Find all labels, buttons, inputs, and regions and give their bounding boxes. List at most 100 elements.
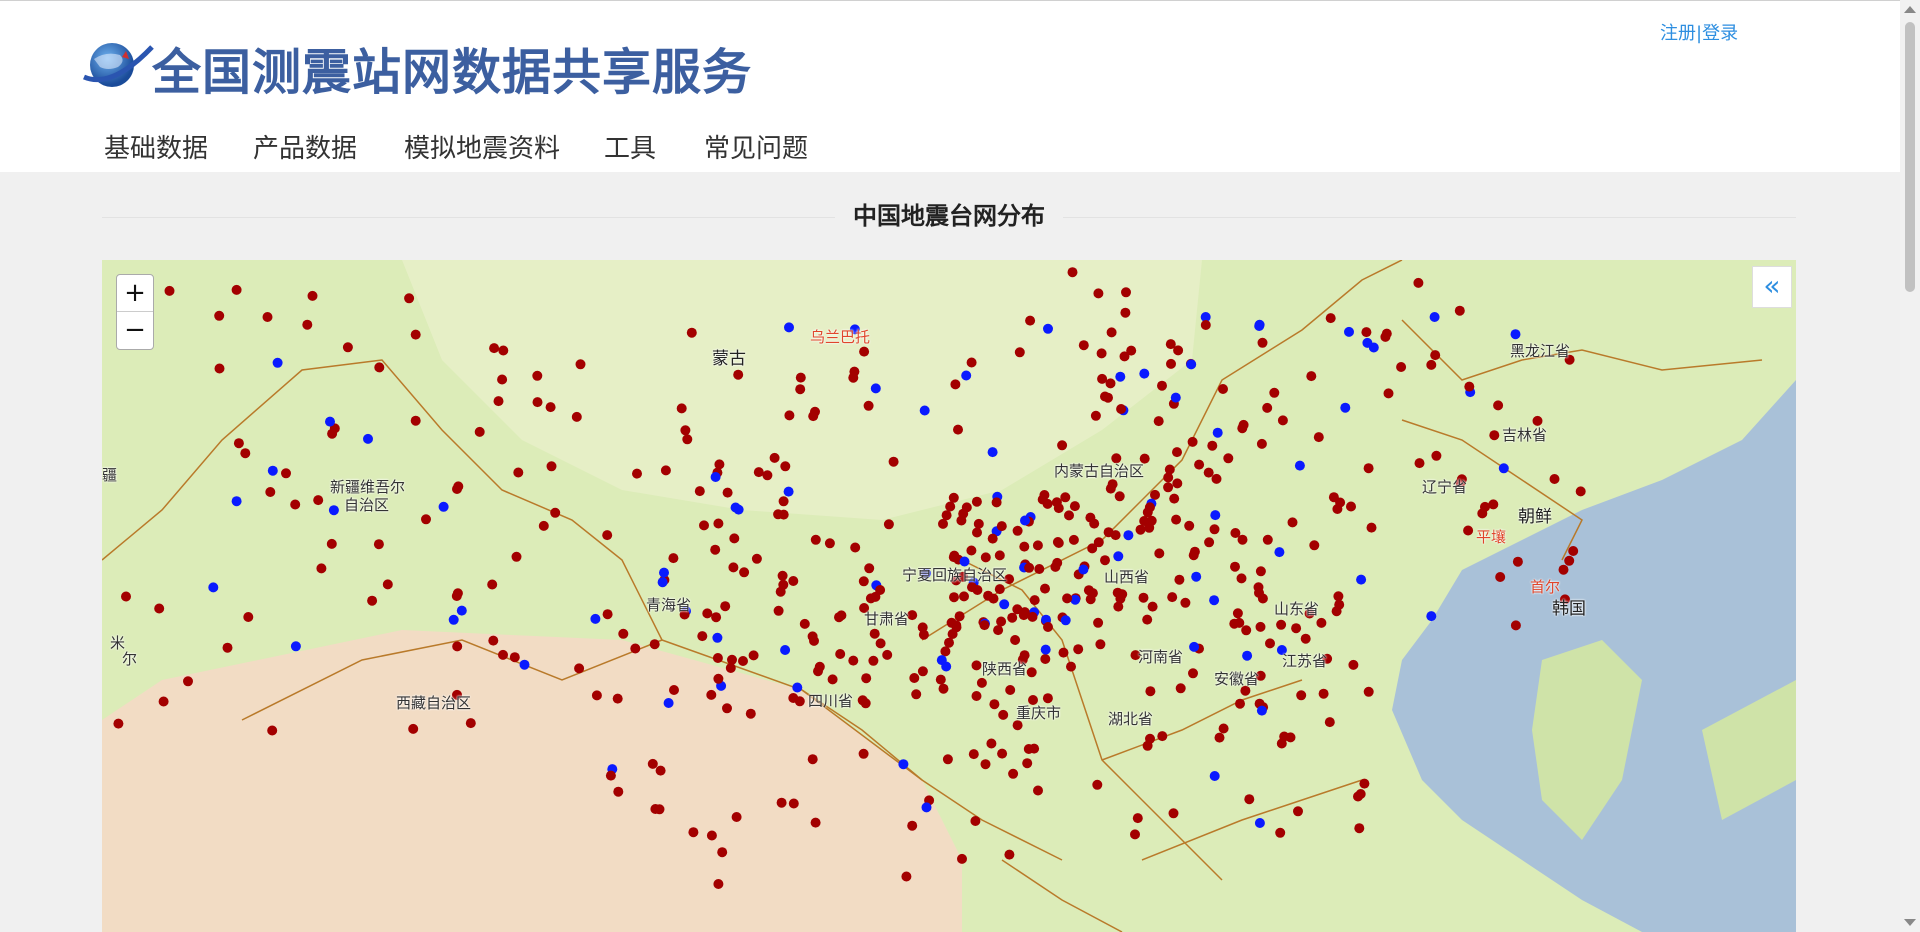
- station-marker[interactable]: [970, 816, 981, 826]
- station-marker[interactable]: [240, 448, 251, 459]
- station-marker[interactable]: [1229, 618, 1240, 629]
- station-marker[interactable]: [1068, 534, 1079, 545]
- station-marker[interactable]: [488, 635, 499, 646]
- station-marker[interactable]: [722, 487, 733, 498]
- station-marker[interactable]: [935, 674, 946, 685]
- station-marker[interactable]: [948, 492, 959, 503]
- station-marker[interactable]: [1429, 312, 1440, 322]
- station-marker[interactable]: [1172, 478, 1183, 489]
- station-marker[interactable]: [1060, 615, 1071, 626]
- station-marker[interactable]: [1113, 601, 1124, 612]
- station-marker[interactable]: [456, 605, 467, 616]
- station-marker[interactable]: [367, 595, 378, 606]
- station-marker[interactable]: [898, 759, 909, 770]
- station-marker[interactable]: [848, 372, 859, 383]
- station-marker[interactable]: [649, 639, 660, 650]
- station-marker[interactable]: [1043, 622, 1053, 632]
- station-marker[interactable]: [1145, 686, 1156, 697]
- station-marker[interactable]: [909, 673, 920, 683]
- station-marker[interactable]: [545, 402, 556, 413]
- station-marker[interactable]: [948, 552, 959, 563]
- station-marker[interactable]: [1355, 789, 1366, 799]
- station-marker[interactable]: [1294, 460, 1305, 471]
- station-marker[interactable]: [824, 538, 835, 549]
- station-marker[interactable]: [979, 620, 990, 631]
- station-marker[interactable]: [836, 610, 847, 621]
- station-marker[interactable]: [810, 817, 821, 828]
- station-marker[interactable]: [938, 683, 949, 694]
- station-marker[interactable]: [1488, 499, 1499, 510]
- station-marker[interactable]: [1211, 473, 1222, 484]
- station-marker[interactable]: [1103, 392, 1113, 403]
- station-marker[interactable]: [949, 592, 959, 603]
- station-marker[interactable]: [538, 520, 549, 531]
- station-marker[interactable]: [945, 501, 956, 512]
- station-marker[interactable]: [575, 359, 586, 370]
- station-marker[interactable]: [991, 497, 1002, 508]
- station-marker[interactable]: [363, 433, 373, 444]
- station-marker[interactable]: [1139, 368, 1150, 379]
- station-marker[interactable]: [281, 468, 291, 479]
- station-marker[interactable]: [1413, 277, 1424, 288]
- station-marker[interactable]: [682, 434, 693, 445]
- station-marker[interactable]: [1093, 537, 1104, 548]
- page-scrollbar[interactable]: [1900, 0, 1920, 932]
- station-marker[interactable]: [1383, 388, 1394, 399]
- station-marker[interactable]: [1089, 518, 1100, 529]
- station-marker[interactable]: [810, 534, 821, 545]
- station-marker[interactable]: [870, 591, 881, 602]
- station-marker[interactable]: [452, 484, 462, 494]
- station-marker[interactable]: [1313, 432, 1324, 443]
- station-marker[interactable]: [1105, 483, 1116, 494]
- station-marker[interactable]: [1012, 525, 1023, 536]
- station-marker[interactable]: [728, 562, 739, 573]
- station-marker[interactable]: [711, 612, 722, 623]
- station-marker[interactable]: [1489, 430, 1500, 441]
- station-marker[interactable]: [699, 520, 709, 531]
- scrollbar-thumb[interactable]: [1905, 22, 1915, 292]
- station-marker[interactable]: [1230, 561, 1240, 572]
- station-marker[interactable]: [452, 641, 463, 652]
- station-marker[interactable]: [1112, 587, 1123, 598]
- station-marker[interactable]: [1495, 572, 1506, 582]
- station-marker[interactable]: [942, 754, 953, 765]
- station-marker[interactable]: [342, 342, 353, 353]
- station-marker[interactable]: [973, 518, 984, 529]
- station-marker[interactable]: [762, 470, 773, 481]
- station-marker[interactable]: [980, 552, 991, 563]
- station-marker[interactable]: [1430, 350, 1441, 361]
- station-marker[interactable]: [864, 563, 875, 574]
- station-marker[interactable]: [1209, 524, 1220, 535]
- station-marker[interactable]: [676, 403, 687, 414]
- station-marker[interactable]: [1512, 556, 1523, 567]
- station-marker[interactable]: [1237, 423, 1248, 434]
- station-marker[interactable]: [1180, 597, 1191, 608]
- station-marker[interactable]: [1189, 641, 1200, 652]
- station-marker[interactable]: [1100, 555, 1110, 566]
- station-marker[interactable]: [1300, 633, 1311, 644]
- station-marker[interactable]: [1454, 305, 1465, 316]
- station-marker[interactable]: [262, 312, 273, 322]
- station-marker[interactable]: [532, 370, 543, 381]
- station-marker[interactable]: [1042, 498, 1053, 509]
- station-marker[interactable]: [997, 748, 1008, 759]
- station-marker[interactable]: [1498, 463, 1509, 474]
- station-marker[interactable]: [1120, 307, 1131, 318]
- station-marker[interactable]: [1309, 540, 1320, 551]
- station-marker[interactable]: [1204, 537, 1215, 548]
- station-marker[interactable]: [1223, 453, 1234, 464]
- station-marker[interactable]: [1034, 564, 1045, 574]
- station-marker[interactable]: [519, 659, 530, 670]
- station-marker[interactable]: [870, 383, 881, 394]
- station-marker[interactable]: [1244, 794, 1255, 805]
- station-marker[interactable]: [1116, 404, 1127, 414]
- station-marker[interactable]: [1010, 635, 1021, 645]
- station-marker[interactable]: [1257, 337, 1268, 348]
- station-marker[interactable]: [1023, 744, 1034, 754]
- station-marker[interactable]: [1060, 492, 1071, 503]
- station-marker[interactable]: [1276, 738, 1287, 749]
- station-marker[interactable]: [1005, 685, 1016, 695]
- station-marker[interactable]: [1062, 593, 1073, 604]
- station-marker[interactable]: [706, 689, 717, 700]
- station-marker[interactable]: [618, 628, 629, 639]
